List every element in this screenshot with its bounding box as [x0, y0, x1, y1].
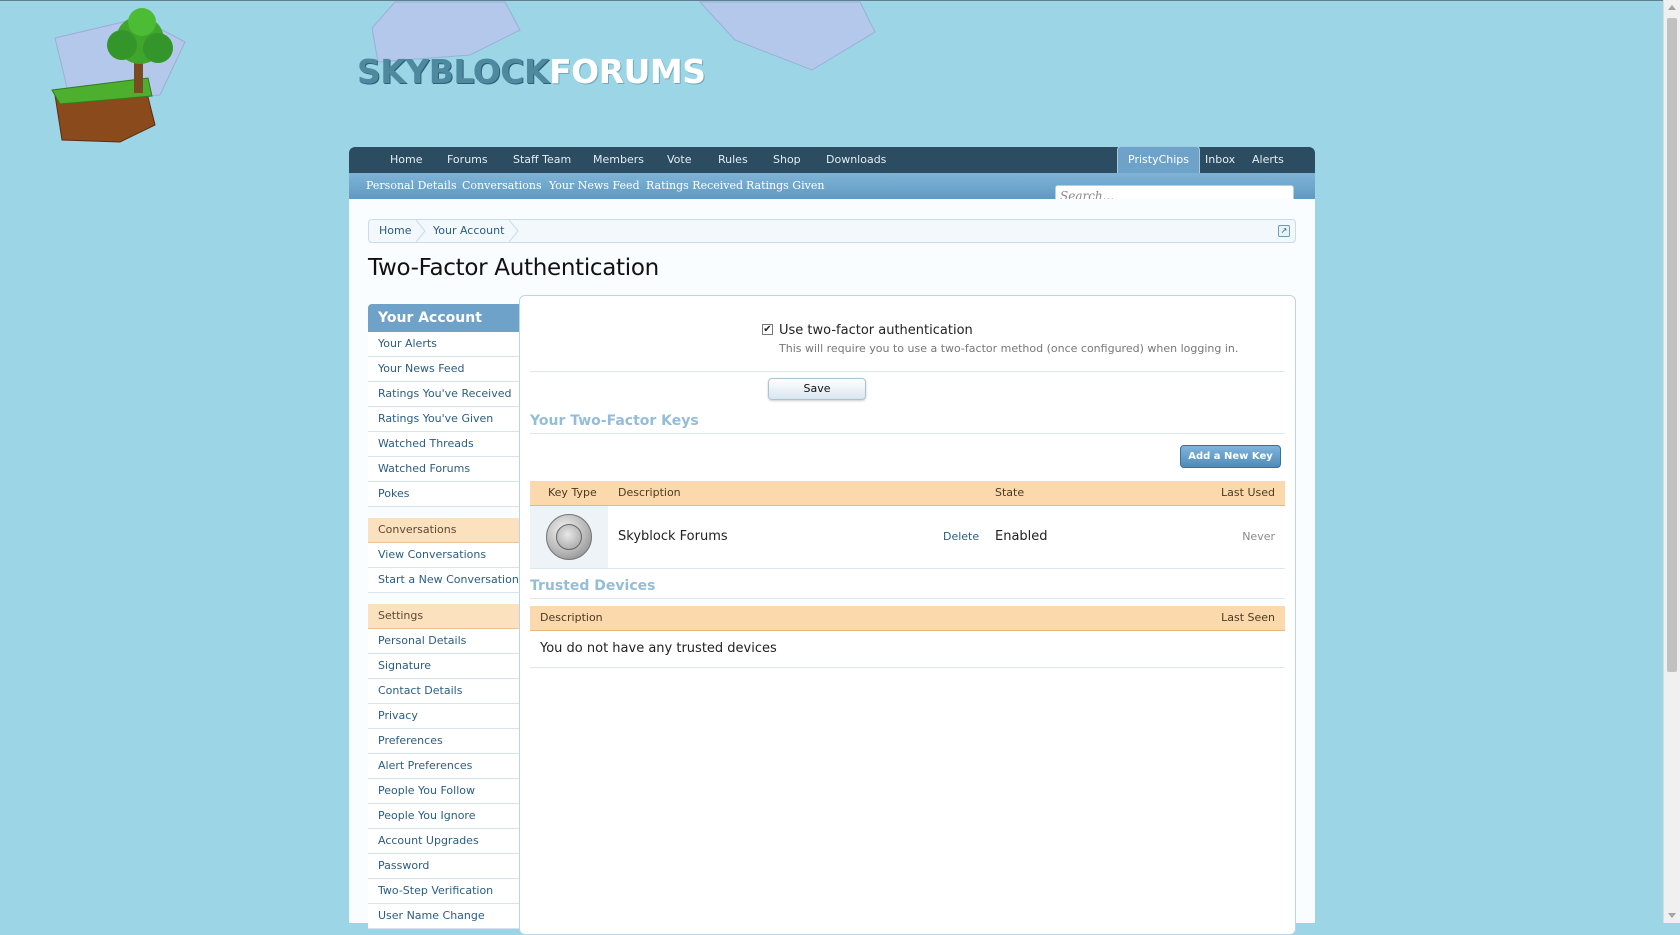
sidebar-item-watched-forums[interactable]: Watched Forums	[368, 457, 519, 482]
nav-tab-home[interactable]: Home	[390, 147, 422, 173]
delete-key-link[interactable]: Delete	[943, 506, 979, 568]
page-title: Two-Factor Authentication	[368, 255, 659, 281]
devices-empty-row: You do not have any trusted devices	[530, 631, 1285, 668]
breadcrumb: Home Your Account ↗	[368, 219, 1296, 243]
subnav-conversations[interactable]: Conversations	[462, 173, 542, 199]
key-type-cell	[530, 506, 608, 568]
no-devices-message: You do not have any trusted devices	[540, 641, 777, 656]
sidebar-item-user-name-change[interactable]: User Name Change	[368, 904, 519, 929]
sidebar-item-signature[interactable]: Signature	[368, 654, 519, 679]
tfa-checkbox[interactable]: ✔	[762, 324, 773, 335]
form-divider	[530, 371, 1285, 372]
breadcrumb-separator-icon	[509, 220, 519, 242]
sidebar-item-view-conversations[interactable]: View Conversations	[368, 543, 519, 568]
two-factor-panel: ✔ Use two-factor authentication This wil…	[519, 295, 1296, 935]
nav-tab-forums[interactable]: Forums	[447, 147, 488, 173]
column-state: State	[995, 486, 1025, 499]
page-scrollbar[interactable]	[1663, 0, 1680, 923]
site-logo[interactable]: SKYBLOCKFORUMS	[357, 52, 706, 91]
sidebar-item-two-step-verification[interactable]: Two-Step Verification	[368, 879, 519, 904]
nav-alerts[interactable]: Alerts	[1252, 147, 1284, 173]
nav-tab-downloads[interactable]: Downloads	[826, 147, 886, 173]
breadcrumb-your-account[interactable]: Your Account	[433, 220, 504, 242]
nav-tab-rules[interactable]: Rules	[718, 147, 748, 173]
scroll-down-icon[interactable]	[1668, 913, 1676, 918]
page-content: Home Your Account ↗ Two-Factor Authentic…	[349, 199, 1315, 935]
account-sidebar: Your Account Your Alerts Your News Feed …	[368, 304, 519, 929]
section-divider	[530, 598, 1285, 599]
nav-tab-vote[interactable]: Vote	[667, 147, 691, 173]
column-key-type: Key Type	[548, 486, 597, 499]
nav-tab-staff-team[interactable]: Staff Team	[513, 147, 571, 173]
key-state: Enabled	[995, 529, 1048, 544]
subnav-news-feed[interactable]: Your News Feed	[549, 173, 640, 199]
scrollbar-thumb[interactable]	[1667, 18, 1677, 672]
section-divider	[530, 433, 1285, 434]
table-row: Skyblock Forums Delete Enabled Never	[530, 506, 1285, 569]
devices-table-header: Description Last Seen	[530, 606, 1285, 631]
sidebar-item-personal-details[interactable]: Personal Details	[368, 629, 519, 654]
authenticator-safe-icon	[546, 514, 592, 560]
sidebar-item-ratings-received[interactable]: Ratings You've Received	[368, 382, 519, 407]
column-description: Description	[540, 611, 603, 624]
subnav-ratings-received[interactable]: Ratings Received	[646, 173, 743, 199]
jump-arrow-icon[interactable]: ↗	[1278, 225, 1290, 237]
logo-part-forums: FORUMS	[549, 52, 706, 91]
sidebar-item-people-you-ignore[interactable]: People You Ignore	[368, 804, 519, 829]
sidebar-item-your-alerts[interactable]: Your Alerts	[368, 332, 519, 357]
sidebar-item-news-feed[interactable]: Your News Feed	[368, 357, 519, 382]
sidebar-item-pokes[interactable]: Pokes	[368, 482, 519, 507]
key-last-used: Never	[1242, 530, 1275, 543]
column-last-seen: Last Seen	[1221, 611, 1275, 624]
add-new-key-button[interactable]: Add a New Key	[1180, 445, 1281, 468]
sidebar-item-people-you-follow[interactable]: People You Follow	[368, 779, 519, 804]
sidebar-item-start-conversation[interactable]: Start a New Conversation	[368, 568, 519, 593]
column-last-used: Last Used	[1221, 486, 1275, 499]
sidebar-item-password[interactable]: Password	[368, 854, 519, 879]
subnav-ratings-given[interactable]: Ratings Given	[746, 173, 824, 199]
key-description: Skyblock Forums	[618, 529, 728, 544]
two-factor-keys-heading: Your Two-Factor Keys	[530, 413, 699, 429]
sidebar-item-ratings-given[interactable]: Ratings You've Given	[368, 407, 519, 432]
save-button[interactable]: Save	[768, 378, 866, 400]
scroll-up-icon[interactable]	[1668, 5, 1676, 10]
sidebar-section-conversations: Conversations	[368, 518, 519, 543]
main-navigation: Home Forums Staff Team Members Vote Rule…	[349, 146, 1315, 174]
nav-tab-members[interactable]: Members	[593, 147, 644, 173]
column-description: Description	[618, 486, 681, 499]
sidebar-item-privacy[interactable]: Privacy	[368, 704, 519, 729]
keys-table-header: Key Type Description State Last Used	[530, 481, 1285, 506]
logo-part-skyblock: SKYBLOCK	[357, 52, 550, 91]
breadcrumb-home[interactable]: Home	[379, 220, 411, 242]
subnav-personal-details[interactable]: Personal Details	[366, 173, 457, 199]
sidebar-item-preferences[interactable]: Preferences	[368, 729, 519, 754]
sidebar-header[interactable]: Your Account	[368, 304, 519, 332]
sidebar-item-watched-threads[interactable]: Watched Threads	[368, 432, 519, 457]
nav-user-menu[interactable]: PristyChips	[1117, 146, 1200, 174]
nav-inbox[interactable]: Inbox	[1205, 147, 1235, 173]
trusted-devices-heading: Trusted Devices	[530, 578, 656, 594]
tfa-checkbox-label[interactable]: Use two-factor authentication	[779, 323, 973, 338]
sidebar-section-settings: Settings	[368, 604, 519, 629]
sidebar-item-alert-preferences[interactable]: Alert Preferences	[368, 754, 519, 779]
tfa-checkbox-hint: This will require you to use a two-facto…	[779, 342, 1239, 355]
sidebar-item-contact-details[interactable]: Contact Details	[368, 679, 519, 704]
nav-tab-shop[interactable]: Shop	[773, 147, 801, 173]
sidebar-item-account-upgrades[interactable]: Account Upgrades	[368, 829, 519, 854]
breadcrumb-separator-icon	[416, 220, 426, 242]
